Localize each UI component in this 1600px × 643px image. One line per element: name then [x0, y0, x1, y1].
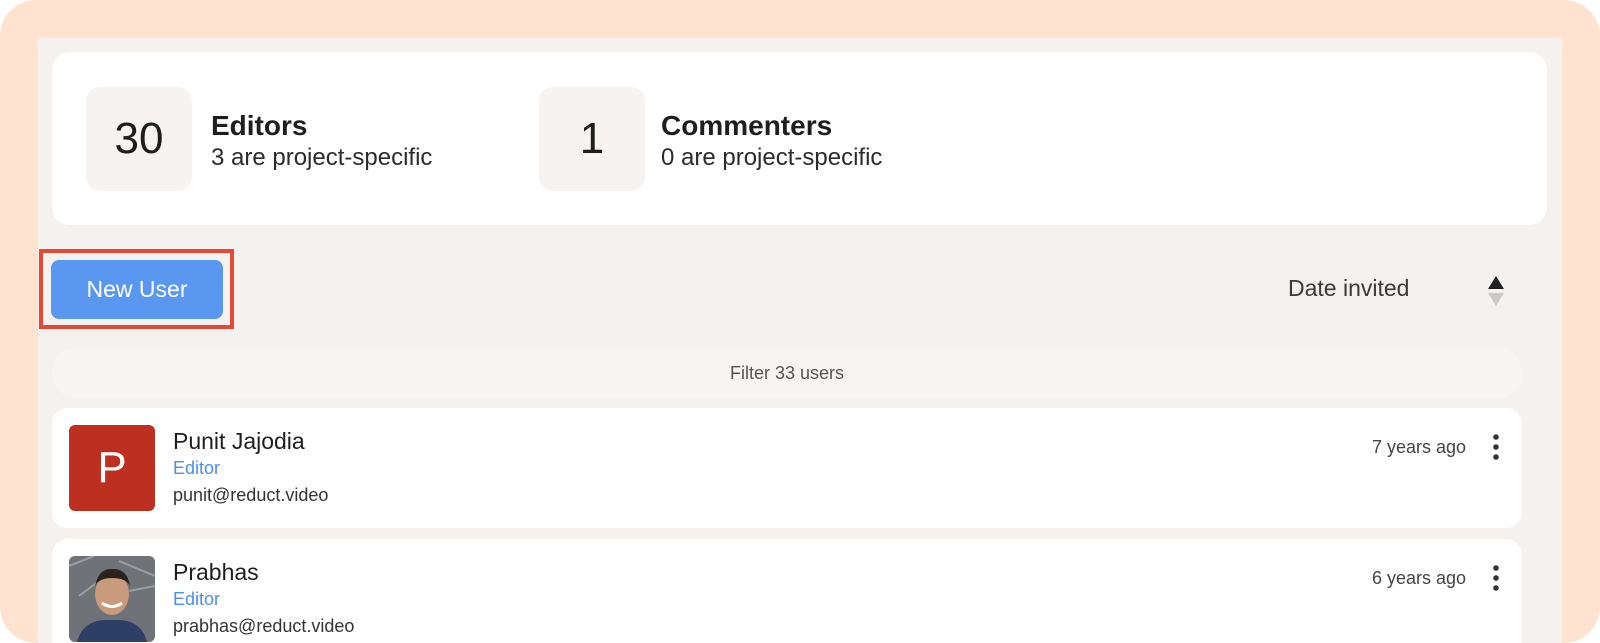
user-name: Punit Jajodia	[173, 428, 305, 454]
user-role: Editor	[173, 589, 221, 609]
avatar: P	[69, 425, 155, 511]
invited-time: 6 years ago	[1371, 568, 1466, 588]
avatar-photo	[69, 556, 155, 642]
stats-card: 30 Editors 3 are project-specific 1 Comm…	[52, 52, 1547, 225]
user-email: punit@reduct.video	[173, 485, 329, 505]
user-row[interactable]: Prabhas Editor prabhas@reduct.video 6 ye…	[52, 539, 1522, 643]
profile-photo-icon	[69, 556, 155, 642]
invited-time: 7 years ago	[1371, 437, 1466, 457]
user-role: Editor	[173, 458, 221, 478]
commenters-title: Commenters	[661, 110, 833, 141]
editors-title: Editors	[211, 110, 308, 141]
filter-users-input[interactable]: Filter 33 users	[52, 348, 1522, 398]
more-options-icon[interactable]	[1486, 432, 1506, 462]
user-row[interactable]: P Punit Jajodia Editor punit@reduct.vide…	[52, 408, 1522, 528]
more-options-icon[interactable]	[1486, 563, 1506, 593]
user-name: Prabhas	[173, 559, 259, 585]
editors-count: 30	[86, 87, 192, 191]
window-frame: 30 Editors 3 are project-specific 1 Comm…	[0, 0, 1600, 643]
editors-subtitle: 3 are project-specific	[211, 144, 433, 171]
new-user-button[interactable]: New User	[51, 260, 223, 319]
commenters-count: 1	[539, 87, 645, 191]
commenters-subtitle: 0 are project-specific	[661, 144, 883, 171]
sort-label[interactable]: Date invited	[1288, 275, 1409, 302]
sort-toggle-icon[interactable]	[1486, 274, 1506, 308]
user-email: prabhas@reduct.video	[173, 616, 355, 636]
users-panel: 30 Editors 3 are project-specific 1 Comm…	[38, 38, 1562, 643]
